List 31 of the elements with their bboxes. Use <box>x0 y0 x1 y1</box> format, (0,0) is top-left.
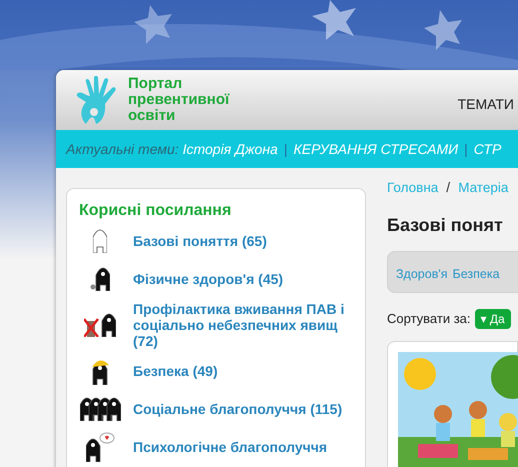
filter-link[interactable]: Здоров'я <box>396 267 448 281</box>
topics-label: Актуальні теми: <box>66 140 179 159</box>
sort-label: Сортувати за: <box>387 310 470 328</box>
creature-icon <box>84 313 116 337</box>
menu-link[interactable]: ТЕМАТИ <box>458 96 514 112</box>
category-link[interactable]: Фізичне здоров'я (45) <box>133 271 284 287</box>
filter-link[interactable]: Безпека <box>452 267 500 281</box>
sort-button[interactable]: ▾ Да <box>474 309 511 329</box>
category-link[interactable]: Профілактика вживання ПАВ і соціально небезпечних явищ (72) <box>133 301 353 349</box>
separator: | <box>464 140 468 159</box>
page-title: Базові понят <box>387 214 504 237</box>
category-link[interactable]: Безпека (49) <box>133 363 218 379</box>
creature-icon <box>92 358 108 384</box>
creature-group-icon <box>80 397 120 421</box>
category-link[interactable]: Базові поняття (65) <box>133 233 267 249</box>
logo-text-line: освіти <box>128 108 176 124</box>
topic-link[interactable]: СТР <box>474 138 502 160</box>
logo-text-line: превентивної <box>128 92 230 108</box>
topic-link[interactable]: КЕРУВАННЯ СТРЕСАМИ <box>293 138 458 160</box>
category-link[interactable]: Психологічне благополуччя <box>133 439 328 455</box>
creature-icon <box>93 229 107 253</box>
creature-icon <box>86 432 114 462</box>
breadcrumb-link[interactable]: Головна <box>387 180 438 195</box>
category-link[interactable]: Соціальне благополуччя (115) <box>133 401 342 417</box>
breadcrumb-separator: / <box>446 179 450 195</box>
topic-link[interactable]: Історія Джона <box>182 138 278 160</box>
separator: | <box>284 140 288 159</box>
creature-icon <box>90 267 110 291</box>
breadcrumb-link[interactable]: Матеріа <box>458 180 508 195</box>
logo-text-line: Портал <box>128 76 184 92</box>
sidebar-title: Корисні посилання <box>79 201 232 221</box>
